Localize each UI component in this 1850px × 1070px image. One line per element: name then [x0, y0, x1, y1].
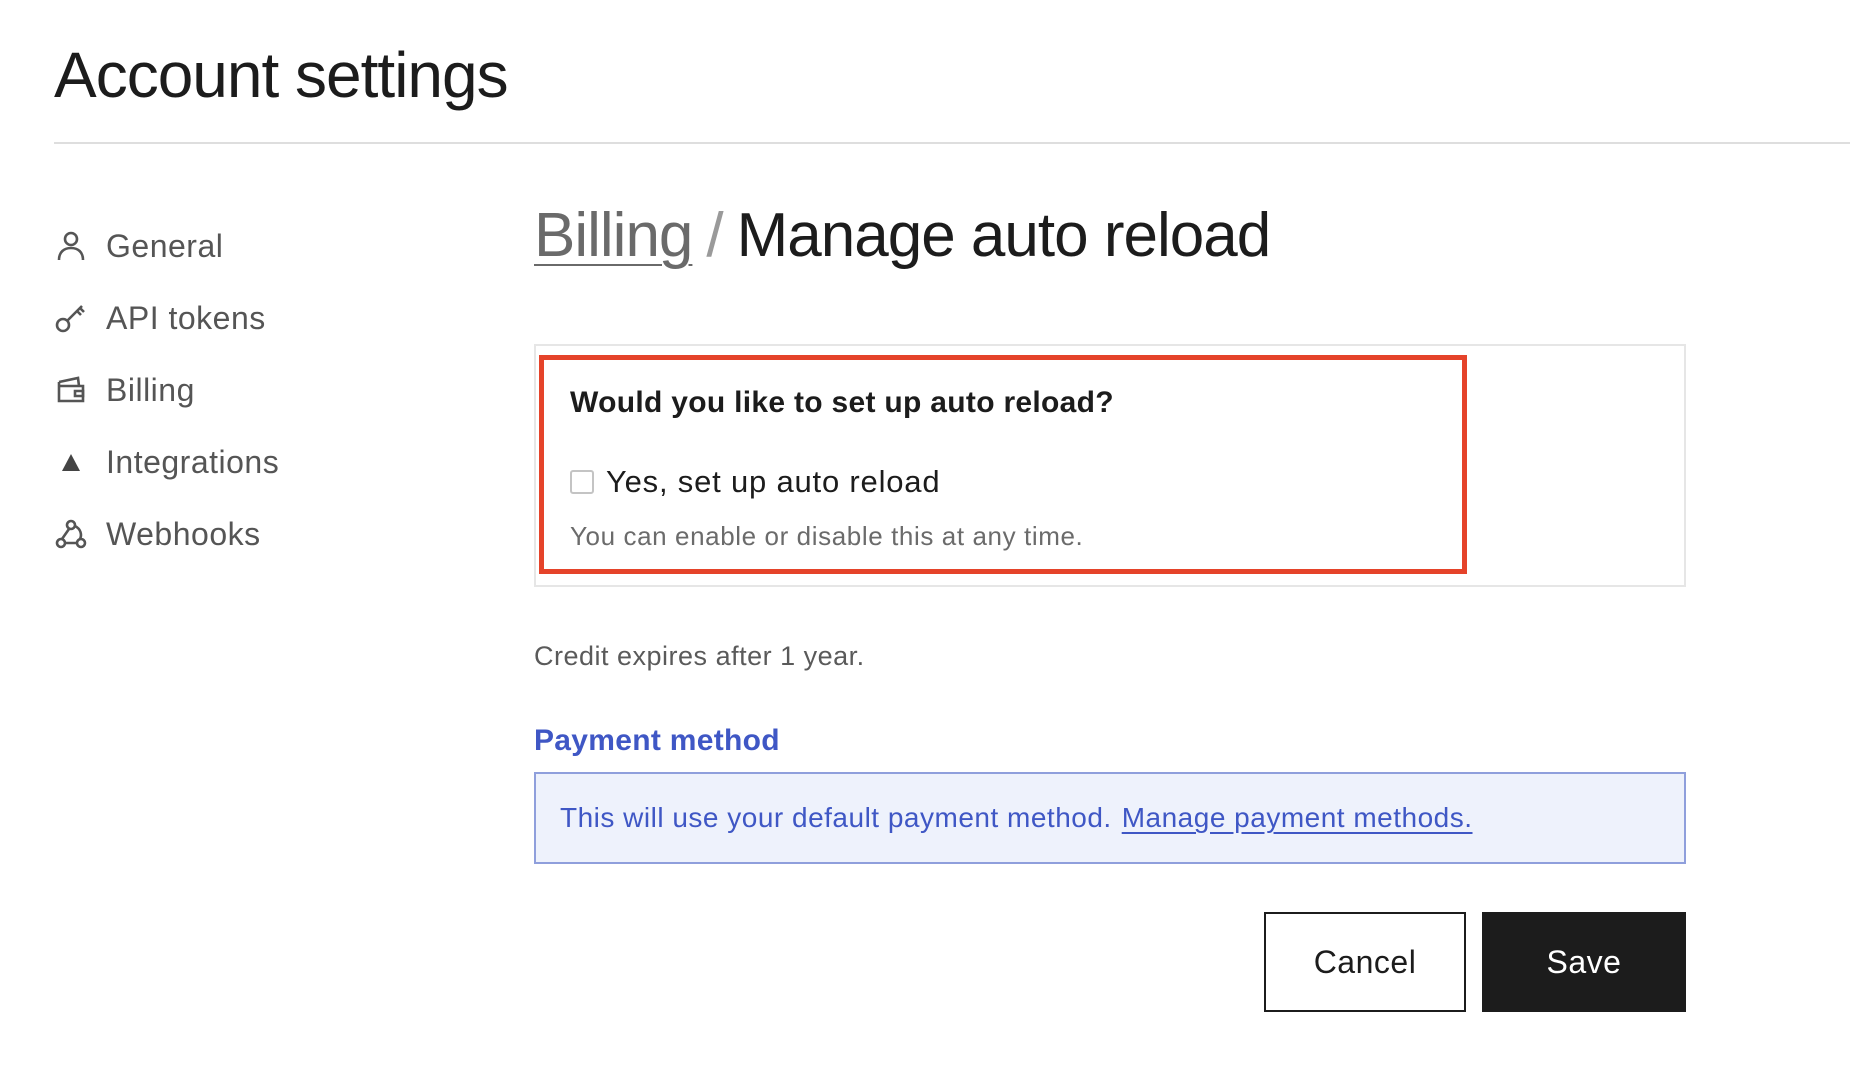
cancel-button[interactable]: Cancel: [1264, 912, 1466, 1012]
manage-payment-methods-link[interactable]: Manage payment methods.: [1122, 802, 1473, 834]
sidebar-item-label: Integrations: [106, 443, 280, 480]
sidebar-item-billing[interactable]: Billing: [54, 354, 454, 426]
breadcrumb-current: Manage auto reload: [736, 201, 1272, 270]
credit-expiry-note: Credit expires after 1 year.: [534, 641, 865, 671]
auto-reload-checkbox-label[interactable]: Yes, set up auto reload: [606, 464, 940, 500]
sidebar-item-label: Webhooks: [106, 515, 261, 552]
user-icon: [54, 229, 88, 263]
breadcrumb: Billing / Manage auto reload: [534, 200, 1686, 290]
sidebar-item-api-tokens[interactable]: API tokens: [54, 282, 454, 354]
payment-method-info-text: This will use your default payment metho…: [560, 802, 1112, 833]
account-settings-page: Account settings General API tokens Bill…: [0, 0, 1850, 1070]
breadcrumb-separator: /: [706, 201, 723, 270]
webhook-icon: [54, 517, 88, 551]
sidebar-item-webhooks[interactable]: Webhooks: [54, 498, 454, 570]
header-divider: [54, 142, 1850, 144]
page-title: Account settings: [54, 39, 509, 111]
sidebar-item-general[interactable]: General: [54, 210, 454, 282]
sidebar-item-label: API tokens: [106, 299, 266, 336]
sidebar-nav: General API tokens Billing Integrations …: [54, 210, 454, 570]
auto-reload-panel: Would you like to set up auto reload? Ye…: [534, 344, 1686, 587]
auto-reload-checkbox[interactable]: [570, 470, 594, 494]
auto-reload-option[interactable]: Yes, set up auto reload: [570, 464, 940, 500]
sidebar-item-integrations[interactable]: Integrations: [54, 426, 454, 498]
form-actions: Cancel Save: [534, 912, 1686, 1012]
save-button[interactable]: Save: [1482, 912, 1686, 1012]
key-icon: [54, 301, 88, 335]
sidebar-item-label: Billing: [106, 371, 195, 408]
auto-reload-question: Would you like to set up auto reload?: [570, 386, 1114, 419]
main-content: Billing / Manage auto reload Would you l…: [534, 200, 1686, 1012]
breadcrumb-billing-link[interactable]: Billing: [534, 200, 693, 271]
payment-method-info-box: This will use your default payment metho…: [534, 772, 1686, 864]
payment-method-heading: Payment method: [534, 724, 780, 757]
auto-reload-helper-text: You can enable or disable this at any ti…: [570, 521, 1084, 551]
triangle-icon: [54, 445, 88, 479]
wallet-icon: [54, 373, 88, 407]
sidebar-item-label: General: [106, 227, 224, 264]
